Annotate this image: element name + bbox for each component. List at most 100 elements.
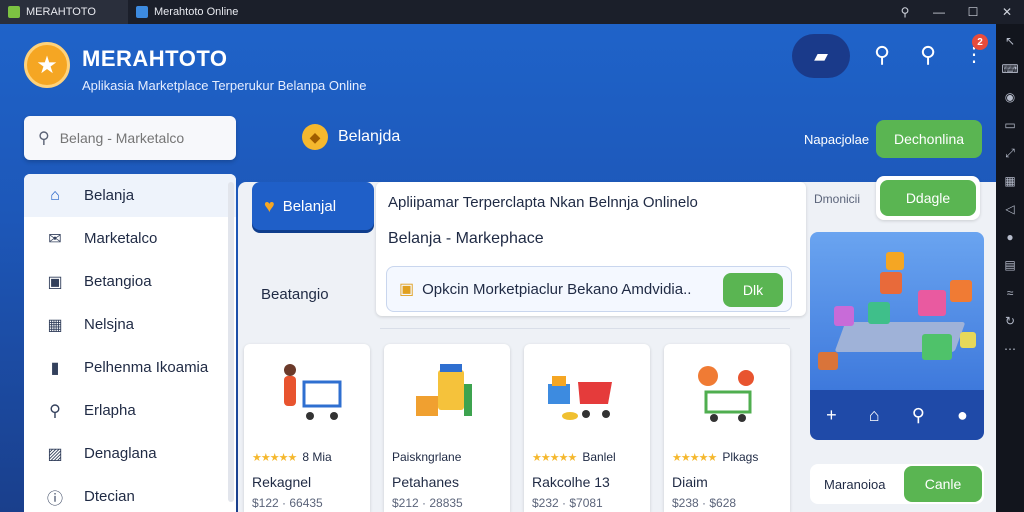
sidebar-item-betangioa[interactable]: ▣ Betangioa [24,260,236,303]
notification-badge: 2 [972,34,988,50]
screen-icon[interactable]: ▭ [1004,118,1015,132]
home-icon: ⌂ [50,186,60,204]
record-icon[interactable]: ● [1006,230,1013,244]
right-label: Dmonicii [814,192,861,206]
location-icon[interactable]: ● [957,405,968,426]
os-tab-online[interactable]: Merahtoto Online [128,0,246,24]
sidebar-item-belanja[interactable]: ⌂ Belanja [24,174,236,217]
product-name: Diaim [672,474,708,490]
sidebar-item-nelsjna[interactable]: ▦ Nelsjna [24,303,236,346]
rotate-icon[interactable]: ↻ [1005,314,1015,328]
product-name: Rakcolhe 13 [532,474,610,490]
illustration-toolbar: + ⌂ ⚲ ● [810,390,984,440]
search-icon[interactable]: ⚲ [912,405,925,426]
product-card[interactable]: Paiskngrlane Petahanes $212 · 28835 [384,344,510,512]
info-title: Apliipamar Terperclapta Nkan Belnnja Onl… [388,194,698,211]
star-rating: ★★★★★ [532,451,577,464]
search-icon[interactable]: ⚲ [874,42,890,68]
shake-icon[interactable]: ≈ [1007,286,1014,300]
right-action-button[interactable]: Ddagle [880,180,976,216]
bottom-card-button[interactable]: Canle [904,466,982,502]
box-shape [918,290,946,316]
minimize-icon[interactable]: — [922,0,956,24]
more-icon[interactable]: ⋯ [1004,342,1016,356]
store-button[interactable]: ▰ [792,34,850,78]
product-price: $238 · $628 [672,496,737,510]
os-tab-merahtoto[interactable]: MERAHTOTO [0,0,128,24]
shopping-cart-icon [698,366,754,422]
sidebar-item-pelhenma[interactable]: ▮ Pelhenma Ikoamia [24,346,236,389]
cursor-icon[interactable]: ↖ [1005,34,1015,48]
product-name: Rekagnel [252,474,312,490]
product-card[interactable]: ★★★★★ 8 Mia Rekagnel $122 · 66435 [244,344,370,512]
maximize-icon[interactable]: ☐ [956,0,990,24]
panel-tab[interactable]: ♥ Belanjal [252,182,374,230]
promo-banner: ▣ Opkcin Morketpiaclur Bekano Amdvidia..… [386,266,792,312]
shopping-cart-icon [284,364,342,420]
right-button-wrap: Ddagle [876,176,980,220]
bag-icon: ▣ [47,273,63,291]
brand-tagline: Aplikasia Marketplace Terperukur Belanpa… [82,78,367,93]
os-titlebar: MERAHTOTO Merahtoto Online ⚲ — ☐ ✕ [0,0,1024,24]
product-card[interactable]: ★★★★★ Plkags Diaim $238 · $628 [664,344,790,512]
search-icon: ⚲ [49,402,61,420]
promo-illustration [810,232,984,390]
image-icon: ▨ [47,445,63,463]
search-box: ⚲ [24,116,236,160]
info-icon: ⓘ [46,490,63,508]
star-icon: ◆ [302,124,328,150]
mail-icon: ✉ [48,230,62,248]
sidebar-item-denaglana[interactable]: ▨ Denaglana [24,432,236,475]
sidebar: ⌂ Belanja ✉ Marketalco ▣ Betangioa ▦ Nel… [24,174,236,512]
box-shape [922,334,952,360]
product-price: $232 · $7081 [532,496,603,510]
volume-icon[interactable]: ◁ [1005,202,1014,216]
search-input[interactable] [59,130,210,146]
shopping-bag-icon [416,364,472,416]
product-name: Petahanes [392,474,459,490]
box-shape [880,272,902,294]
product-price: $122 · 66435 [252,496,323,510]
bottom-card: Maranoioa Canle [810,464,984,504]
folder-icon[interactable]: ▤ [1004,258,1015,272]
info-subtitle: Belanja - Markephace [388,230,544,247]
grid-icon[interactable]: ▦ [1004,174,1015,188]
sidebar-scrollbar[interactable] [228,182,234,502]
box-shape [886,252,904,270]
product-card[interactable]: ★★★★★ Banlel Rakcolhe 13 $232 · $7081 [524,344,650,512]
heart-icon: ♥ [264,195,275,216]
box-shape [950,280,972,302]
app-window: ★ MERAHTOTO Aplikasia Marketplace Terper… [0,24,996,512]
window-controls: ⚲ — ☐ ✕ [888,0,1024,24]
tab-belanja[interactable]: ◆ Belanjda [302,124,400,150]
section-label: Beatangio [261,286,329,303]
zoom-icon[interactable]: ⚲ [888,0,922,24]
side-toolbar: ↖ ⌨ ◉ ▭ ⤢ ▦ ◁ ● ▤ ≈ ↻ ⋯ [996,24,1024,512]
house-icon[interactable]: ⌂ [869,405,880,426]
box-shape [818,352,838,370]
sidebar-item-marketalco[interactable]: ✉ Marketalco [24,217,236,260]
star-rating: ★★★★★ [672,451,717,464]
bookmark-icon: ▮ [50,359,60,377]
box-shape [834,306,854,326]
search-icon: ⚲ [38,130,50,147]
camera-icon[interactable]: ◉ [1005,90,1015,104]
plus-icon[interactable]: + [826,405,837,426]
header-action-button[interactable]: Dechonlina [876,120,982,158]
star-rating: ★★★★★ [252,451,297,464]
search-alt-icon[interactable]: ⚲ [920,42,936,68]
promo-button[interactable]: Dlk [723,273,783,307]
expand-icon[interactable]: ⤢ [1005,146,1015,160]
sidebar-item-dtecian[interactable]: ⓘ Dtecian [24,475,236,512]
app-icon [8,6,20,18]
sidebar-item-erlapha[interactable]: ⚲ Erlapha [24,389,236,432]
keyboard-icon[interactable]: ⌨ [1001,62,1018,76]
header-right-label: Napacjolae [804,132,870,147]
box-shape [868,302,890,324]
close-icon[interactable]: ✕ [990,0,1024,24]
calendar-icon: ▦ [47,316,63,334]
info-card: Apliipamar Terperclapta Nkan Belnnja Onl… [376,182,806,316]
brand-logo: ★ [24,42,70,88]
product-price: $212 · 28835 [392,496,463,510]
brand-name: MERAHTOTO [82,46,228,71]
